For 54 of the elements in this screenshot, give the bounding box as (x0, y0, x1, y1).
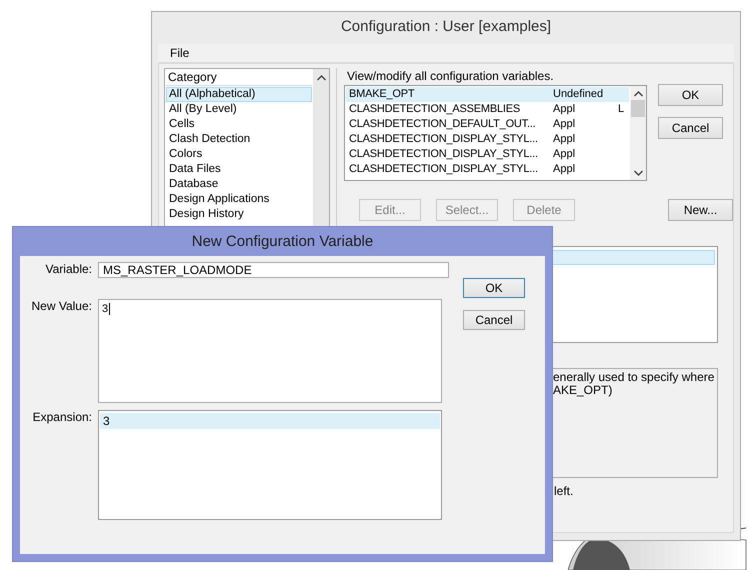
variable-name: CLASHDETECTION_DISPLAY_STYL... (348, 148, 539, 161)
hint-text: left. (553, 484, 574, 498)
scroll-down-icon[interactable] (634, 170, 642, 176)
scroll-up-icon[interactable] (634, 91, 642, 97)
field-label: Expansion: (32, 410, 92, 426)
list-item[interactable]: Design History (166, 207, 312, 222)
variable-name: CLASHDETECTION_ASSEMBLIES (348, 103, 522, 116)
variables-list[interactable]: BMAKE_OPT Undefined CLASHDETECTION_ASSEMBLIES Appl L CLASHDETECTION_DEFAULT_OUT... Appl CLASHDETECTION_DISPLAY_STYL... Appl CLASHDETECTION_DISPLAY_STYL... Appl CLASHDETECTION_DISPLAY_STYL... Appl (344, 85, 647, 181)
window-title: Configuration : User [examples] (340, 17, 552, 37)
variable-level: Appl (553, 118, 576, 131)
list-item[interactable]: Clash Detection (166, 132, 312, 147)
dialog-button[interactable]: OK (658, 84, 723, 106)
list-item[interactable]: Cells (166, 117, 312, 132)
description-text: enerally used to specify where (553, 371, 716, 384)
variable-field[interactable]: MS_RASTER_LOADMODE (98, 262, 449, 278)
variable-level: Appl (553, 148, 576, 161)
variable-name: CLASHDETECTION_DEFAULT_OUT... (348, 118, 537, 131)
field-label: Variable: (44, 262, 92, 278)
variable-name: CLASHDETECTION_DISPLAY_STYL... (348, 163, 539, 176)
flag-label: L (618, 103, 626, 116)
list-caption: View/modify all configuration variables. (346, 70, 555, 83)
action-button[interactable]: New... (668, 199, 733, 221)
field-label: New Value: (30, 299, 92, 315)
list-item[interactable]: Data Files (166, 162, 312, 177)
variable-name: BMAKE_OPT (348, 88, 416, 101)
list-item[interactable]: Colors (166, 147, 312, 162)
value-field[interactable]: 3 (98, 299, 442, 403)
dialog-title: New Configuration Variable (190, 232, 374, 252)
variable-row[interactable]: CLASHDETECTION_DISPLAY_STYL... Appl (346, 147, 629, 162)
variable-row[interactable]: CLASHDETECTION_DEFAULT_OUT... Appl (346, 117, 629, 132)
list-item[interactable]: 3 (100, 413, 440, 429)
variable-row[interactable]: CLASHDETECTION_DISPLAY_STYL... Appl (346, 162, 629, 177)
column-header[interactable]: Category (166, 70, 312, 86)
dialog-button[interactable]: OK (463, 278, 525, 298)
dialog-button[interactable]: Cancel (463, 310, 525, 330)
list-item[interactable]: Database (166, 177, 312, 192)
variable-level: Appl (553, 133, 576, 146)
variable-level: Appl (553, 163, 576, 176)
variable-level: Appl (553, 103, 576, 116)
list-item[interactable]: All (Alphabetical) (166, 87, 312, 102)
list-item[interactable]: All (By Level) (166, 102, 312, 117)
scroll-thumb[interactable] (631, 100, 645, 117)
variable-row[interactable]: CLASHDETECTION_DISPLAY_STYL... Appl (346, 132, 629, 147)
expansion-list[interactable]: 3 (98, 410, 442, 520)
scroll-up-icon[interactable] (316, 75, 326, 81)
variable-row[interactable]: CLASHDETECTION_ASSEMBLIES Appl L (346, 102, 629, 117)
variable-row[interactable]: BMAKE_OPT Undefined (346, 87, 629, 102)
variable-level: Undefined (553, 88, 604, 101)
list-item[interactable]: Design Applications (166, 192, 312, 207)
menu-item[interactable]: File (170, 46, 190, 60)
variable-name: CLASHDETECTION_DISPLAY_STYL... (348, 133, 539, 146)
dialog-button[interactable]: Cancel (658, 117, 723, 139)
description-text: AKE_OPT) (553, 384, 614, 397)
scrollbar[interactable] (630, 86, 646, 180)
